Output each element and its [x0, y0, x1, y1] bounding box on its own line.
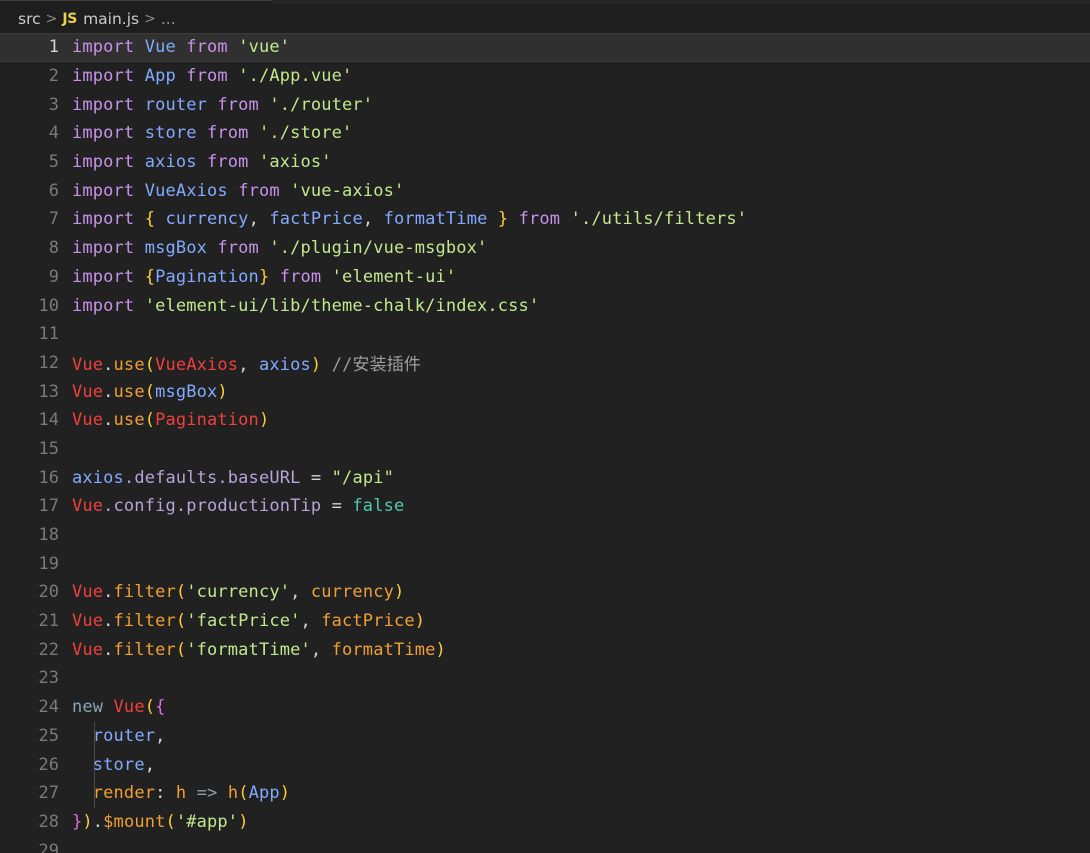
code-line[interactable]: 21 Vue.filter('factPrice', factPrice)	[0, 607, 1090, 636]
line-content[interactable]: Vue.use(VueAxios, axios) //安装插件	[72, 350, 1090, 375]
code-line[interactable]: 29	[0, 836, 1090, 853]
breadcrumb-separator-icon: >	[45, 10, 58, 27]
line-content[interactable]: Vue.filter('formatTime', formatTime)	[72, 640, 1090, 660]
line-content[interactable]: render: h => h(App)	[72, 783, 1090, 803]
line-number: 20	[38, 582, 59, 603]
line-number: 4	[48, 123, 59, 144]
line-number: 25	[38, 725, 59, 746]
line-number: 21	[38, 611, 59, 632]
line-number: 14	[38, 410, 59, 431]
line-number: 26	[38, 754, 59, 775]
code-line[interactable]: 19	[0, 549, 1090, 578]
line-number: 24	[38, 697, 59, 718]
code-line[interactable]: 25 router,	[0, 721, 1090, 751]
breadcrumb-item-src[interactable]: src	[18, 10, 41, 28]
breadcrumb-item-main-js[interactable]: main.js	[83, 10, 139, 28]
code-line[interactable]: 8 import msgBox from './plugin/vue-msgbo…	[0, 234, 1090, 263]
line-number: 22	[38, 639, 59, 660]
line-content[interactable]: new Vue({	[72, 697, 1090, 717]
line-content[interactable]: import router from './router'	[72, 95, 1090, 115]
line-content[interactable]: Vue.filter('factPrice', factPrice)	[72, 611, 1090, 631]
line-number: 27	[38, 783, 59, 804]
line-number: 6	[48, 180, 59, 201]
code-line[interactable]: 5 import axios from 'axios'	[0, 148, 1090, 177]
breadcrumb-item-symbols[interactable]: ...	[161, 10, 176, 28]
line-content[interactable]: import App from './App.vue'	[72, 66, 1090, 86]
code-line[interactable]: 20 Vue.filter('currency', currency)	[0, 578, 1090, 607]
line-number: 10	[38, 295, 59, 316]
line-number: 9	[48, 266, 59, 287]
line-number: 2	[48, 66, 59, 87]
code-line[interactable]: 12 Vue.use(VueAxios, axios) //安装插件	[0, 349, 1090, 378]
line-number: 11	[38, 324, 59, 345]
line-content[interactable]: Vue.use(msgBox)	[72, 382, 1090, 402]
code-line[interactable]: 6 import VueAxios from 'vue-axios'	[0, 176, 1090, 205]
line-content[interactable]: import {Pagination} from 'element-ui'	[72, 267, 1090, 287]
code-line[interactable]: 28 }).$mount('#app')	[0, 808, 1090, 837]
code-line[interactable]: 18	[0, 521, 1090, 550]
code-line[interactable]: 27 render: h => h(App)	[0, 778, 1090, 808]
code-line[interactable]: 15	[0, 435, 1090, 464]
code-line[interactable]: 9 import {Pagination} from 'element-ui'	[0, 263, 1090, 292]
line-content[interactable]: Vue.config.productionTip = false	[72, 496, 1090, 516]
line-number: 12	[38, 352, 59, 373]
line-content[interactable]: import Vue from 'vue'	[72, 37, 1090, 57]
line-number: 18	[38, 525, 59, 546]
code-line[interactable]: 10 import 'element-ui/lib/theme-chalk/in…	[0, 291, 1090, 320]
line-content[interactable]: import axios from 'axios'	[72, 152, 1090, 172]
line-content[interactable]: import store from './store'	[72, 123, 1090, 143]
line-number: 5	[48, 152, 59, 173]
line-number: 17	[38, 496, 59, 517]
line-content[interactable]: store,	[72, 755, 1090, 775]
line-content[interactable]: Vue.filter('currency', currency)	[72, 582, 1090, 602]
line-content[interactable]: }).$mount('#app')	[72, 812, 1090, 832]
line-content[interactable]: import msgBox from './plugin/vue-msgbox'	[72, 238, 1090, 258]
line-number: 3	[48, 94, 59, 115]
code-line[interactable]: 1 import Vue from 'vue'	[0, 33, 1090, 62]
line-content[interactable]: import 'element-ui/lib/theme-chalk/index…	[72, 296, 1090, 316]
line-number: 13	[38, 381, 59, 402]
javascript-file-icon: JS	[62, 10, 78, 27]
breadcrumb: src > JS main.js > ...	[0, 4, 1090, 33]
line-number: 7	[48, 209, 59, 230]
code-line[interactable]: 22 Vue.filter('formatTime', formatTime)	[0, 635, 1090, 664]
line-number: 15	[38, 438, 59, 459]
code-line[interactable]: 7 import { currency, factPrice, formatTi…	[0, 205, 1090, 234]
code-line[interactable]: 13 Vue.use(msgBox)	[0, 377, 1090, 406]
breadcrumb-separator-icon: >	[144, 10, 156, 27]
code-line[interactable]: 16 axios.defaults.baseURL = "/api"	[0, 463, 1090, 492]
code-line[interactable]: 11	[0, 320, 1090, 349]
code-line[interactable]: 3 import router from './router'	[0, 90, 1090, 119]
line-content[interactable]: axios.defaults.baseURL = "/api"	[72, 468, 1090, 488]
line-number: 23	[38, 668, 59, 689]
line-number: 1	[48, 37, 59, 58]
line-number: 16	[38, 467, 59, 488]
code-line[interactable]: 23	[0, 664, 1090, 693]
vscode-editor-window: src > JS main.js > ... 1 import Vue from…	[0, 0, 1090, 853]
code-line[interactable]: 2 import App from './App.vue'	[0, 62, 1090, 91]
line-content[interactable]: Vue.use(Pagination)	[72, 410, 1090, 430]
code-line[interactable]: 26 store,	[0, 750, 1090, 779]
code-line[interactable]: 24 new Vue({	[0, 693, 1090, 722]
line-number: 19	[38, 553, 59, 574]
line-number: 29	[38, 840, 59, 853]
line-content[interactable]: import VueAxios from 'vue-axios'	[72, 181, 1090, 201]
line-content[interactable]: import { currency, factPrice, formatTime…	[72, 209, 1090, 229]
line-number: 8	[48, 238, 59, 259]
code-line[interactable]: 4 import store from './store'	[0, 119, 1090, 148]
code-editor-area[interactable]: 1 import Vue from 'vue' 2 import App fro…	[0, 33, 1090, 853]
line-content[interactable]: router,	[72, 726, 1090, 746]
line-number: 28	[38, 811, 59, 832]
code-line[interactable]: 17 Vue.config.productionTip = false	[0, 492, 1090, 521]
code-line[interactable]: 14 Vue.use(Pagination)	[0, 406, 1090, 435]
